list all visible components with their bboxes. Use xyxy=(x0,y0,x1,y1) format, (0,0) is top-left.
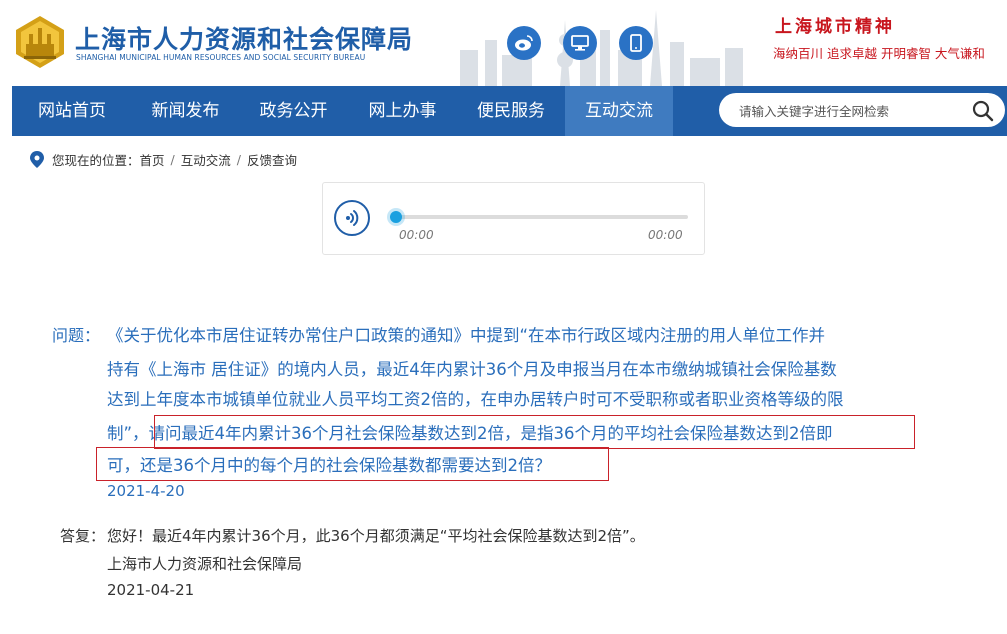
current-time: 00:00 xyxy=(399,228,434,242)
answer-date: 2021-04-21 xyxy=(107,581,195,599)
answer-label: 答复： xyxy=(60,527,106,545)
nav-news[interactable]: 新闻发布 xyxy=(132,86,239,136)
city-skyline-decoration xyxy=(460,10,743,86)
question-label: 问题： xyxy=(52,326,101,345)
breadcrumb-separator: / xyxy=(170,151,175,167)
breadcrumb-interaction[interactable]: 互动交流 xyxy=(181,150,231,169)
sound-wave-icon xyxy=(346,210,359,226)
question-line: 《关于优化本市居住证转办常住户口政策的通知》中提到“在本市行政区域内注册的用人单… xyxy=(107,326,826,345)
mobile-icon xyxy=(630,34,642,52)
answer-text: 您好！最近4年内累计36个月，此36个月都须满足“平均社会保险基数达到2倍”。 xyxy=(107,527,645,545)
answer-org: 上海市人力资源和社会保障局 xyxy=(107,555,303,573)
breadcrumb: 您现在的位置： 首页 / 互动交流 / 反馈查询 xyxy=(30,150,297,168)
nav-public-services[interactable]: 便民服务 xyxy=(457,86,565,136)
city-spirit-text: 海纳百川 追求卓越 开明睿智 大气谦和 xyxy=(773,46,985,61)
highlight-box-bottom xyxy=(96,447,609,481)
main-nav: 网站首页 新闻发布 政务公开 网上办事 便民服务 互动交流 xyxy=(12,86,1007,136)
progress-track[interactable] xyxy=(395,215,688,219)
site-header: 上海市人力资源和社会保障局 SHANGHAI MUNICIPAL HUMAN R… xyxy=(0,0,1007,86)
mobile-button[interactable] xyxy=(619,26,653,60)
nav-interaction[interactable]: 互动交流 xyxy=(565,86,673,136)
site-subtitle: SHANGHAI MUNICIPAL HUMAN RESOURCES AND S… xyxy=(76,53,366,62)
breadcrumb-home[interactable]: 首页 xyxy=(140,150,165,169)
breadcrumb-feedback[interactable]: 反馈查询 xyxy=(247,150,297,169)
question-date: 2021-4-20 xyxy=(107,482,185,500)
location-pin-icon xyxy=(30,150,44,168)
total-time: 00:00 xyxy=(648,228,683,242)
search-input[interactable] xyxy=(737,93,961,129)
weibo-icon xyxy=(515,35,533,51)
progress-handle[interactable] xyxy=(390,211,402,223)
search-icon[interactable] xyxy=(971,99,995,123)
weibo-button[interactable] xyxy=(507,26,541,60)
breadcrumb-separator: / xyxy=(236,151,241,167)
city-spirit-title: 上海城市精神 xyxy=(775,17,895,37)
highlight-box-top xyxy=(154,415,915,449)
nav-gov-affairs[interactable]: 政务公开 xyxy=(239,86,348,136)
desktop-button[interactable] xyxy=(563,26,597,60)
site-title[interactable]: 上海市人力资源和社会保障局 xyxy=(75,20,413,56)
breadcrumb-prefix: 您现在的位置： xyxy=(52,152,140,168)
nav-online-services[interactable]: 网上办事 xyxy=(348,86,457,136)
question-line: 达到上年度本市城镇单位就业人员平均工资2倍的，在申办居转户时可不受职称或者职业资… xyxy=(107,390,844,409)
question-line: 持有《上海市 居住证》的境内人员，最近4年内累计36个月及申报当月在本市缴纳城镇… xyxy=(107,360,837,379)
play-button[interactable] xyxy=(334,200,370,236)
audio-player: 00:00 00:00 xyxy=(322,182,705,255)
emblem-logo[interactable] xyxy=(12,14,68,70)
desktop-icon xyxy=(571,35,589,51)
search-box xyxy=(719,93,1005,129)
nav-home[interactable]: 网站首页 xyxy=(12,86,132,136)
